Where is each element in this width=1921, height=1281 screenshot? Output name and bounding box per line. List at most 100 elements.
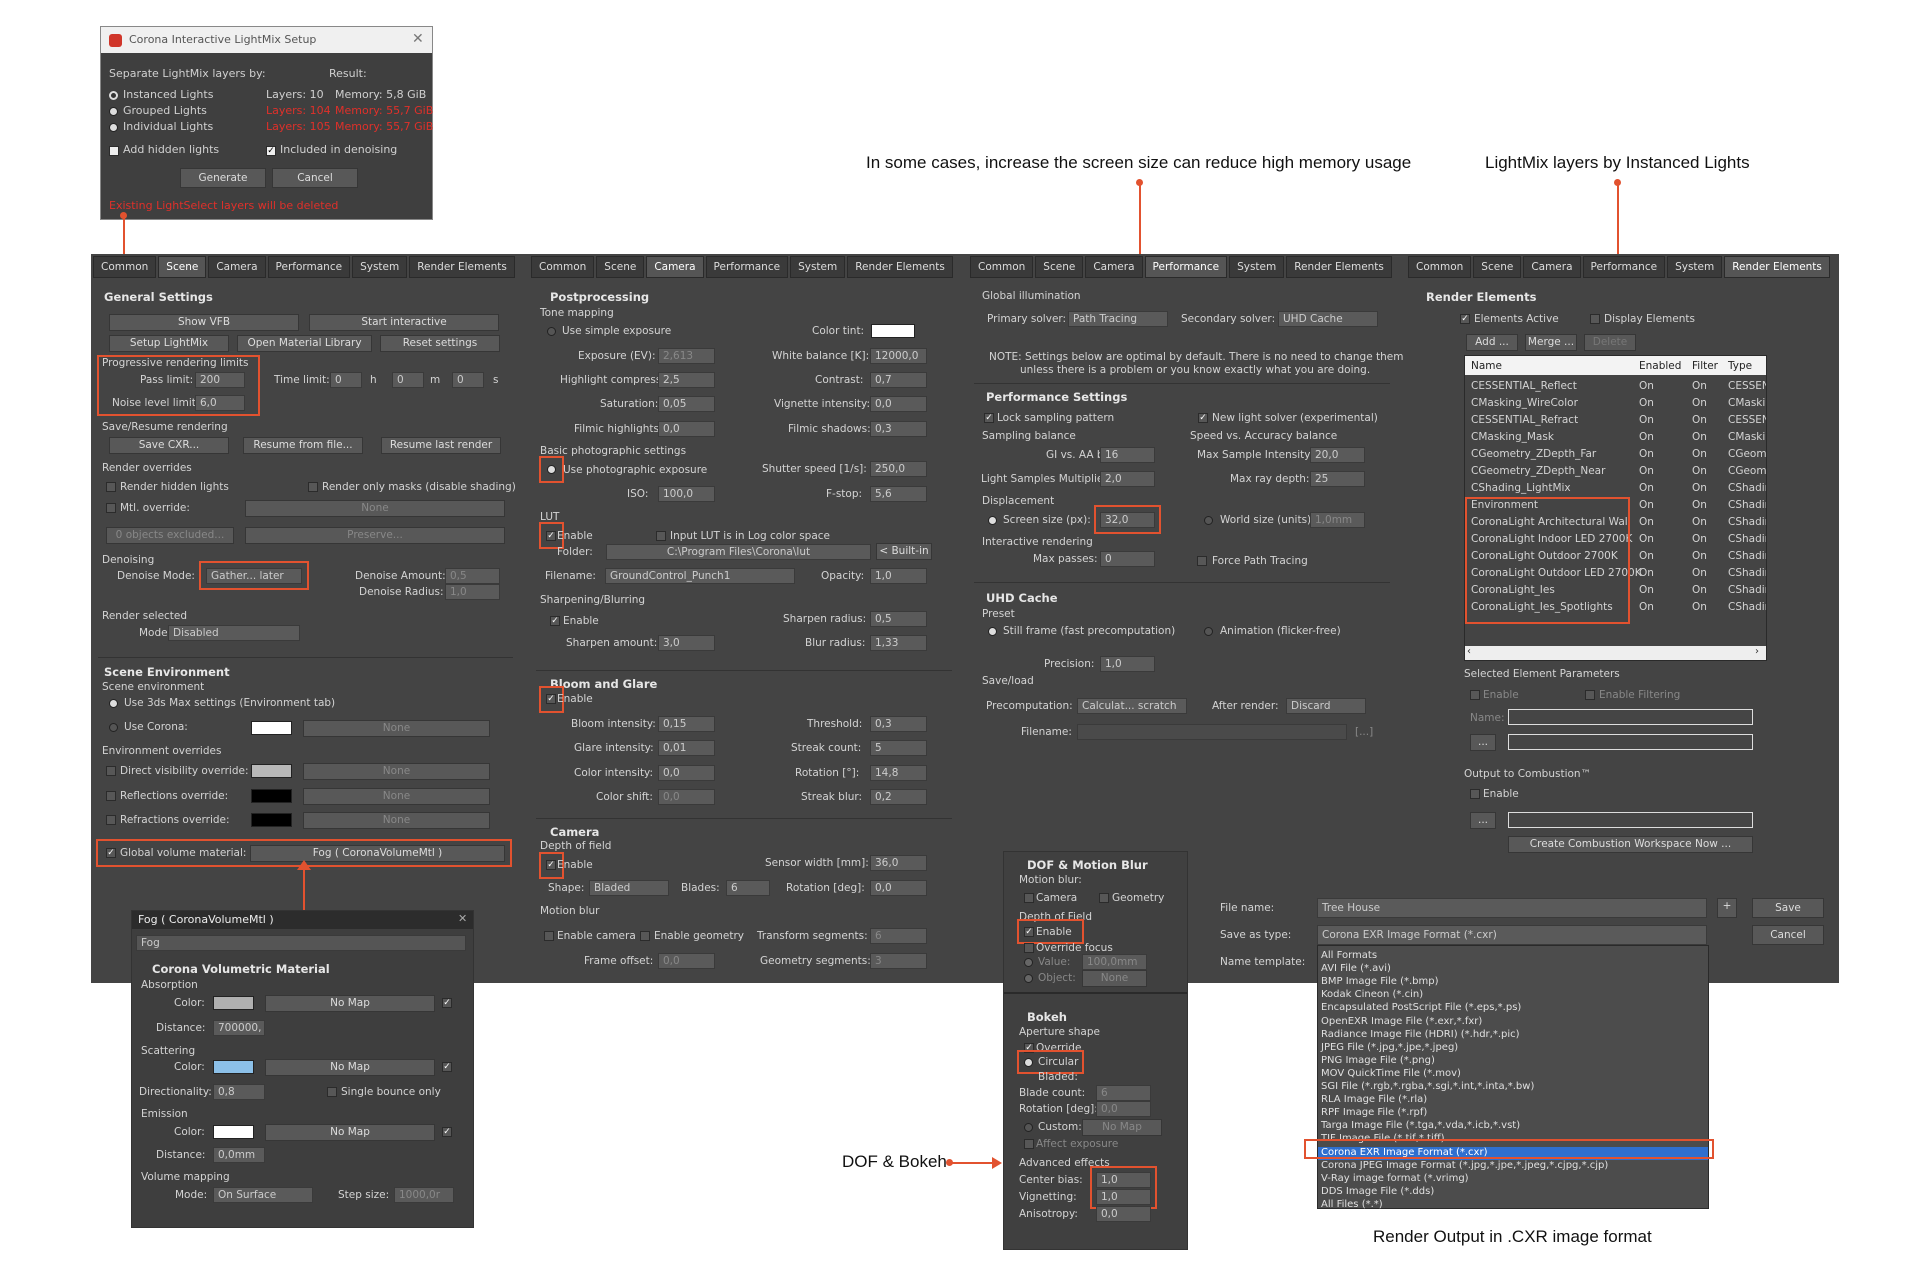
format-option[interactable]: All Formats <box>1318 950 1708 963</box>
mtl-override-button[interactable]: None <box>245 500 505 517</box>
re-browse-button[interactable]: ... <box>1470 734 1496 751</box>
max-passes-field[interactable]: 0 <box>1100 551 1155 567</box>
cancel-button[interactable]: Cancel <box>272 168 358 188</box>
postprocessing-header[interactable]: Postprocessing <box>550 290 649 304</box>
tab-performance[interactable]: Performance <box>1144 256 1228 278</box>
bloom-header[interactable]: Bloom and Glare <box>550 677 657 691</box>
perf-filename-field[interactable] <box>1077 724 1347 740</box>
close-icon[interactable]: ✕ <box>412 31 424 47</box>
enable-camera-checkbox[interactable] <box>544 931 554 941</box>
table-row[interactable]: CGeometry_ZDepth_Far On On CGeom <box>1465 446 1766 463</box>
object-button[interactable]: None <box>1082 970 1147 987</box>
rot-deg-field[interactable]: 0,0 <box>870 880 927 896</box>
tab-camera[interactable]: Camera <box>1085 256 1143 278</box>
close-icon[interactable]: ✕ <box>458 912 467 925</box>
save-type-select[interactable]: Corona EXR Image Format (*.cxr) <box>1317 925 1707 945</box>
em-distance-field[interactable]: 0,0mm <box>213 1147 265 1163</box>
reflections-swatch[interactable] <box>251 789 292 803</box>
mode-select[interactable]: Disabled <box>168 625 300 641</box>
render-elements-header[interactable]: Render Elements <box>1426 290 1536 304</box>
combustion-enable-checkbox[interactable] <box>1470 789 1480 799</box>
mb-camera-checkbox[interactable] <box>1024 893 1034 903</box>
mtl-override-checkbox[interactable] <box>106 503 116 513</box>
tab-render-elements[interactable]: Render Elements <box>1724 256 1830 278</box>
vm-mode-select[interactable]: On Surface <box>213 1187 313 1203</box>
radio-screen-size[interactable] <box>988 516 997 525</box>
step-size-field[interactable]: 1000,0r <box>394 1187 454 1203</box>
exposure-field[interactable]: 2,613 <box>658 348 715 364</box>
col-type[interactable]: Type <box>1728 360 1752 372</box>
streak-count-field[interactable]: 5 <box>870 740 927 756</box>
filmic-shadows-field[interactable]: 0,3 <box>870 421 927 437</box>
anisotropy-field[interactable]: 0,0 <box>1096 1206 1151 1222</box>
tab-system[interactable]: System <box>1229 256 1285 278</box>
lut-log-checkbox[interactable] <box>656 531 666 541</box>
sharpen-amount-field[interactable]: 3,0 <box>658 635 715 651</box>
resume-last-button[interactable]: Resume last render <box>381 437 501 454</box>
refractions-swatch[interactable] <box>251 813 292 827</box>
horizontal-scrollbar[interactable]: ‹ › <box>1465 646 1766 660</box>
elements-active-checkbox[interactable]: ✓ <box>1460 314 1470 324</box>
add-hidden-checkbox[interactable] <box>109 146 119 156</box>
format-option[interactable]: Radiance Image File (HDRI) (*.hdr,*.pic) <box>1318 1029 1708 1042</box>
refractions-checkbox[interactable] <box>106 815 116 825</box>
scat-map-checkbox[interactable]: ✓ <box>442 1062 452 1072</box>
em-color-swatch[interactable] <box>213 1125 254 1139</box>
format-option[interactable]: All Files (*.*) <box>1318 1199 1708 1212</box>
filmic-highlights-field[interactable]: 0,0 <box>658 421 715 437</box>
objects-excluded-button[interactable]: 0 objects excluded... <box>106 527 234 544</box>
abs-distance-field[interactable]: 700000, <box>213 1020 265 1036</box>
tab-common[interactable]: Common <box>1408 256 1472 278</box>
override-focus-checkbox[interactable] <box>1024 943 1034 953</box>
precision-field[interactable]: 1,0 <box>1100 656 1155 672</box>
streak-blur-field[interactable]: 0,2 <box>870 789 927 805</box>
resume-file-button[interactable]: Resume from file... <box>243 437 363 454</box>
time-minutes-field[interactable]: 0 <box>392 372 424 388</box>
radio-use-corona[interactable] <box>109 723 118 732</box>
tab-render-elements[interactable]: Render Elements <box>847 256 953 278</box>
re-path-field[interactable] <box>1508 734 1753 750</box>
color-tint-swatch[interactable] <box>871 324 915 338</box>
table-row[interactable]: CShading_LightMix On On CShadir <box>1465 480 1766 497</box>
em-map-button[interactable]: No Map <box>265 1124 435 1141</box>
shutter-field[interactable]: 250,0 <box>870 461 927 477</box>
radio-individual[interactable] <box>109 123 118 132</box>
table-row[interactable]: CESSENTIAL_Reflect On On CESSEN <box>1465 378 1766 395</box>
included-denoising-checkbox[interactable]: ✓ <box>266 146 276 156</box>
tab-scene[interactable]: Scene <box>596 256 645 278</box>
table-row[interactable]: CGeometry_ZDepth_Near On On CGeom <box>1465 463 1766 480</box>
force-path-checkbox[interactable] <box>1197 556 1207 566</box>
format-option[interactable]: BMP Image File (*.bmp) <box>1318 976 1708 989</box>
max-sample-field[interactable]: 20,0 <box>1310 447 1365 463</box>
frame-offset-field[interactable]: 0,0 <box>658 953 715 969</box>
format-option[interactable]: V-Ray image format (*.vrimg) <box>1318 1173 1708 1186</box>
save-cxr-button[interactable]: Save CXR... <box>109 437 229 454</box>
abs-color-swatch[interactable] <box>213 996 254 1010</box>
highlight-compress-field[interactable]: 2,5 <box>658 372 715 388</box>
tab-system[interactable]: System <box>352 256 408 278</box>
format-option[interactable]: RPF Image File (*.rpf) <box>1318 1107 1708 1120</box>
dof-motion-header[interactable]: DOF & Motion Blur <box>1027 858 1148 872</box>
format-option[interactable]: PNG Image File (*.png) <box>1318 1055 1708 1068</box>
new-light-checkbox[interactable]: ✓ <box>1198 413 1208 423</box>
tab-camera[interactable]: Camera <box>1523 256 1581 278</box>
create-combustion-button[interactable]: Create Combustion Workspace Now ... <box>1508 836 1753 853</box>
volumetric-header[interactable]: Corona Volumetric Material <box>152 962 330 976</box>
tab-scene[interactable]: Scene <box>1473 256 1522 278</box>
color-shift-field[interactable]: 0,0 <box>658 789 715 805</box>
corona-color-swatch[interactable] <box>251 721 292 735</box>
col-name[interactable]: Name <box>1471 360 1502 372</box>
blades-field[interactable]: 6 <box>726 880 770 896</box>
table-row[interactable]: CESSENTIAL_Refract On On CESSEN <box>1465 412 1766 429</box>
affect-exposure-checkbox[interactable] <box>1024 1139 1034 1149</box>
builtin-button[interactable]: < Built-in <box>876 543 932 560</box>
reflections-map-button[interactable]: None <box>303 788 490 805</box>
blur-radius-field[interactable]: 1,33 <box>870 635 927 651</box>
abs-map-checkbox[interactable]: ✓ <box>442 998 452 1008</box>
direct-vis-map-button[interactable]: None <box>303 763 490 780</box>
table-row[interactable]: CMasking_Mask On On CMaskin <box>1465 429 1766 446</box>
denoise-amount-field[interactable]: 0,5 <box>445 568 500 584</box>
format-option[interactable]: Kodak Cineon (*.cin) <box>1318 989 1708 1002</box>
contrast-field[interactable]: 0,7 <box>870 372 927 388</box>
direct-vis-checkbox[interactable] <box>106 766 116 776</box>
